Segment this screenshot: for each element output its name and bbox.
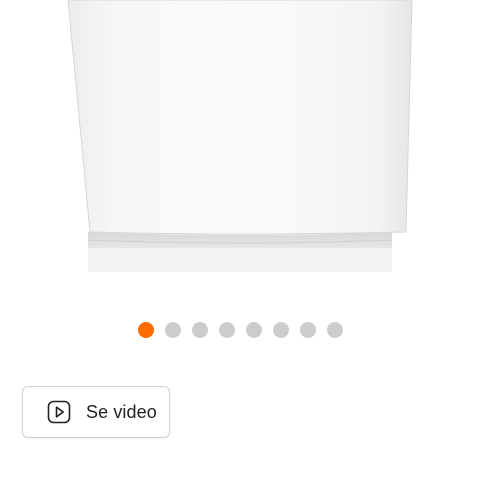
carousel-indicator xyxy=(0,320,480,340)
product-image[interactable] xyxy=(0,0,480,300)
play-icon xyxy=(47,400,71,424)
carousel-dot-active[interactable] xyxy=(137,322,154,338)
carousel-dot[interactable] xyxy=(299,322,316,338)
product-gallery: Se video xyxy=(0,0,480,480)
carousel-dot[interactable] xyxy=(164,322,181,338)
see-video-label: Se video xyxy=(86,401,157,422)
carousel-dot[interactable] xyxy=(218,322,235,338)
carousel-dot[interactable] xyxy=(191,322,208,338)
carousel-dot[interactable] xyxy=(272,322,289,338)
carousel-dot[interactable] xyxy=(326,322,343,338)
see-video-button[interactable]: Se video xyxy=(22,386,170,438)
carousel-dot[interactable] xyxy=(245,322,262,338)
